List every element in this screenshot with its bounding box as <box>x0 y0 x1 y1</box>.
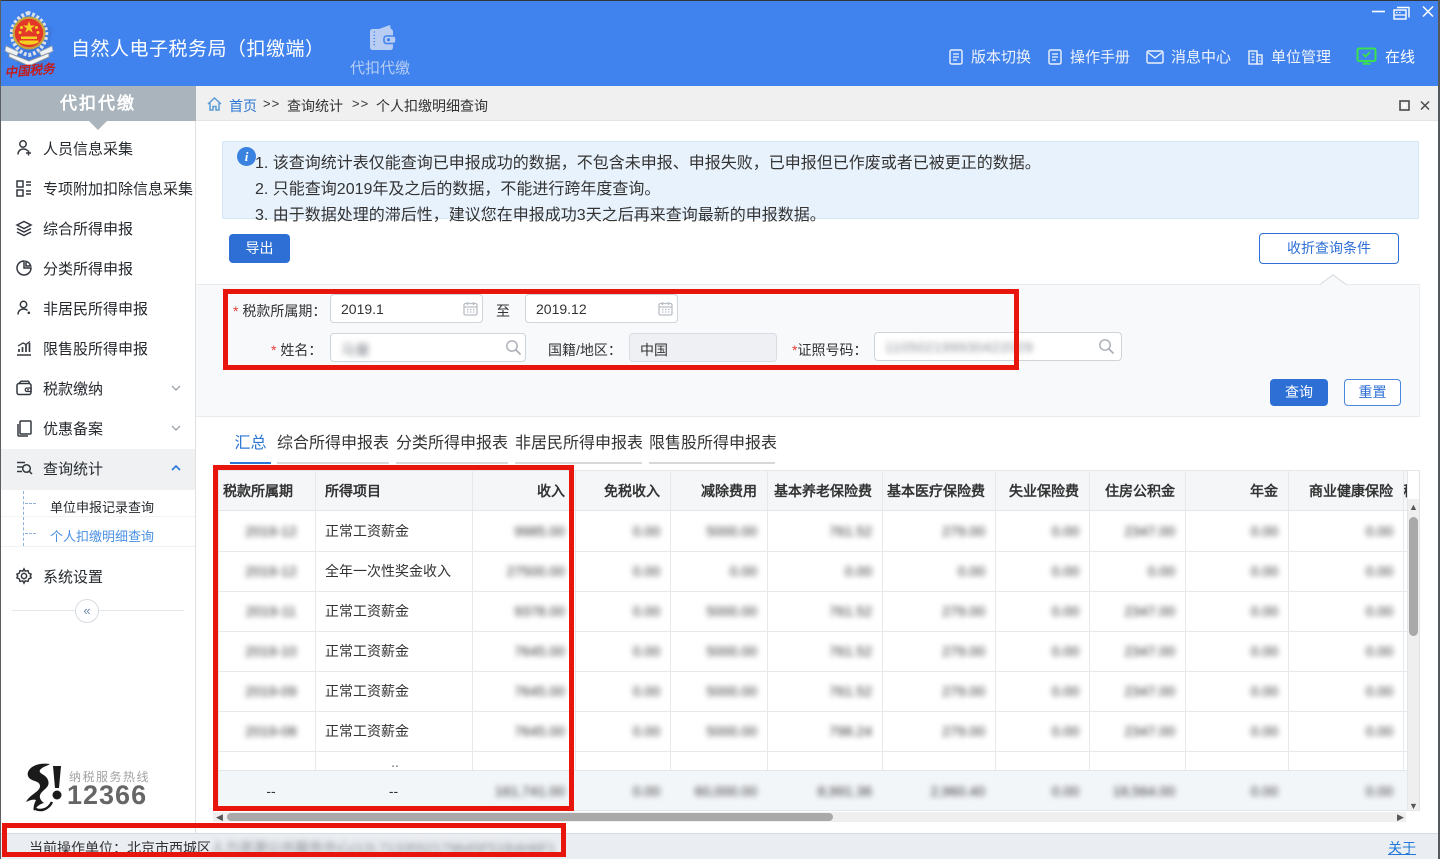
svg-text:中国税务: 中国税务 <box>4 61 58 78</box>
